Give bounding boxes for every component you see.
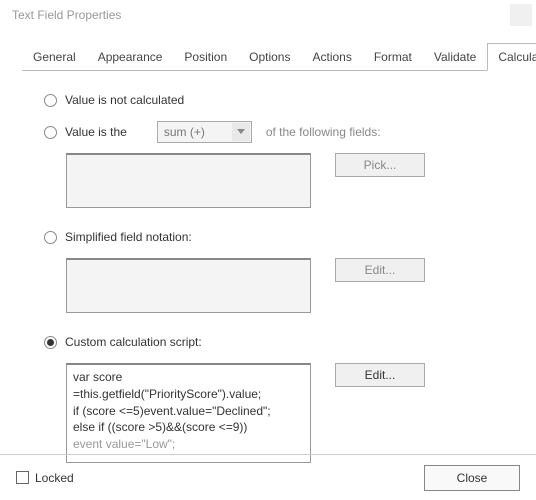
label-simplified: Simplified field notation: [65, 230, 192, 244]
tab-calculate[interactable]: Calculate [487, 43, 536, 71]
script-line: var score [73, 369, 304, 386]
edit-simplified-button[interactable]: Edit... [335, 258, 425, 282]
tab-actions[interactable]: Actions [301, 43, 362, 71]
operation-select[interactable]: sum (+) [157, 121, 252, 143]
radio-custom-script[interactable] [44, 336, 57, 349]
chevron-down-icon [232, 123, 250, 141]
operation-value: sum (+) [164, 125, 205, 139]
tab-general[interactable]: General [22, 43, 87, 71]
label-custom-script: Custom calculation script: [65, 335, 202, 349]
window-close-button[interactable]: × [510, 4, 532, 26]
script-line: else if ((score >5)&&(score <=9)) [73, 419, 304, 436]
edit-script-button[interactable]: Edit... [335, 363, 425, 387]
label-following: of the following fields: [266, 125, 381, 139]
locked-label: Locked [35, 471, 74, 485]
script-line: =this.getfield("PriorityScore").value; [73, 386, 304, 403]
tab-format[interactable]: Format [363, 43, 423, 71]
tab-strip: General Appearance Position Options Acti… [22, 42, 514, 71]
tab-appearance[interactable]: Appearance [87, 43, 174, 71]
script-line: event value="Low"; [73, 436, 304, 453]
radio-simplified[interactable] [44, 231, 57, 244]
titlebar: Text Field Properties × [0, 0, 536, 30]
custom-script-box[interactable]: var score =this.getfield("PriorityScore"… [66, 363, 311, 463]
radio-value-is-the[interactable] [44, 126, 57, 139]
tab-position[interactable]: Position [173, 43, 238, 71]
locked-checkbox[interactable] [16, 471, 29, 484]
calculate-panel: Value is not calculated Value is the sum… [0, 71, 536, 463]
pick-button[interactable]: Pick... [335, 153, 425, 177]
radio-not-calculated[interactable] [44, 94, 57, 107]
bottom-bar: Locked Close [0, 454, 536, 500]
simplified-notation-box[interactable] [66, 258, 311, 313]
fields-list-box[interactable] [66, 153, 311, 208]
tab-validate[interactable]: Validate [423, 43, 487, 71]
label-value-is-the: Value is the [65, 125, 127, 139]
window-title: Text Field Properties [12, 8, 121, 22]
close-button[interactable]: Close [424, 465, 520, 491]
tab-options[interactable]: Options [238, 43, 301, 71]
label-not-calculated: Value is not calculated [65, 93, 184, 107]
script-line: if (score <=5)event.value="Declined"; [73, 403, 304, 420]
